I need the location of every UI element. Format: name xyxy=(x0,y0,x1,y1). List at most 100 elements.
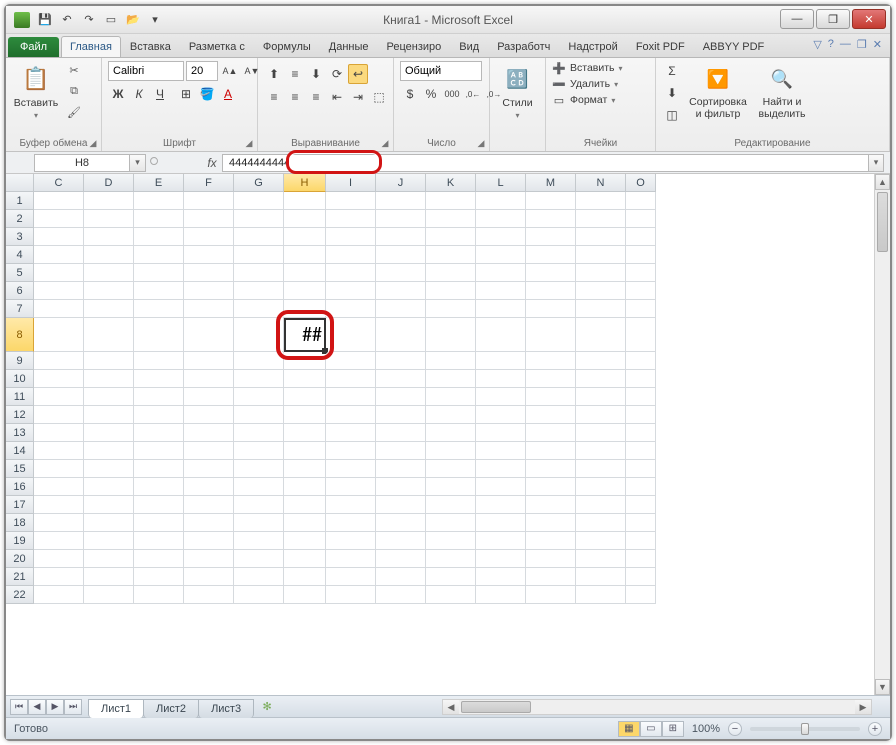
vscroll-thumb[interactable] xyxy=(877,192,888,252)
italic-button[interactable]: К xyxy=(129,84,149,104)
cell-L22[interactable] xyxy=(476,586,526,604)
cell-N7[interactable] xyxy=(576,300,626,318)
scroll-left-icon[interactable]: ◀ xyxy=(443,700,459,714)
cell-K16[interactable] xyxy=(426,478,476,496)
cell-F14[interactable] xyxy=(184,442,234,460)
qat-save[interactable]: 💾 xyxy=(36,11,54,29)
cell-K1[interactable] xyxy=(426,192,476,210)
cell-I6[interactable] xyxy=(326,282,376,300)
row-header-11[interactable]: 11 xyxy=(6,388,34,406)
cell-K6[interactable] xyxy=(426,282,476,300)
name-box-dropdown[interactable]: ▾ xyxy=(130,154,146,172)
cell-H4[interactable] xyxy=(284,246,326,264)
cell-J20[interactable] xyxy=(376,550,426,568)
cell-F13[interactable] xyxy=(184,424,234,442)
row-header-7[interactable]: 7 xyxy=(6,300,34,318)
align-bottom-button[interactable]: ⬇ xyxy=(306,64,326,84)
cell-K3[interactable] xyxy=(426,228,476,246)
cell-O8[interactable] xyxy=(626,318,656,352)
cell-D11[interactable] xyxy=(84,388,134,406)
cell-J22[interactable] xyxy=(376,586,426,604)
cell-N15[interactable] xyxy=(576,460,626,478)
currency-button[interactable]: $ xyxy=(400,84,420,104)
cell-G14[interactable] xyxy=(234,442,284,460)
row-header-1[interactable]: 1 xyxy=(6,192,34,210)
cell-N11[interactable] xyxy=(576,388,626,406)
cell-C2[interactable] xyxy=(34,210,84,228)
fill-handle[interactable] xyxy=(322,348,328,354)
cell-E4[interactable] xyxy=(134,246,184,264)
cell-J5[interactable] xyxy=(376,264,426,282)
col-header-H[interactable]: H xyxy=(284,174,326,192)
cell-D8[interactable] xyxy=(84,318,134,352)
cell-G20[interactable] xyxy=(234,550,284,568)
cell-I16[interactable] xyxy=(326,478,376,496)
cell-D5[interactable] xyxy=(84,264,134,282)
font-launcher-icon[interactable]: ◢ xyxy=(243,137,255,149)
cell-L1[interactable] xyxy=(476,192,526,210)
col-header-O[interactable]: O xyxy=(626,174,656,192)
cut-button[interactable]: ✂ xyxy=(64,61,84,79)
cell-M18[interactable] xyxy=(526,514,576,532)
qat-undo[interactable]: ↶ xyxy=(58,11,76,29)
cell-G19[interactable] xyxy=(234,532,284,550)
cell-F15[interactable] xyxy=(184,460,234,478)
sheet-nav-3[interactable]: ⏭ xyxy=(64,699,82,715)
cell-L5[interactable] xyxy=(476,264,526,282)
cell-O14[interactable] xyxy=(626,442,656,460)
cell-G22[interactable] xyxy=(234,586,284,604)
cell-F20[interactable] xyxy=(184,550,234,568)
cell-D6[interactable] xyxy=(84,282,134,300)
cell-M12[interactable] xyxy=(526,406,576,424)
col-header-N[interactable]: N xyxy=(576,174,626,192)
styles-button[interactable]: 🔠 Стили ▾ xyxy=(496,61,539,120)
cell-H6[interactable] xyxy=(284,282,326,300)
cell-O20[interactable] xyxy=(626,550,656,568)
cell-N6[interactable] xyxy=(576,282,626,300)
number-format-combo[interactable]: Общий xyxy=(400,61,482,81)
cell-H10[interactable] xyxy=(284,370,326,388)
cell-C16[interactable] xyxy=(34,478,84,496)
cell-M1[interactable] xyxy=(526,192,576,210)
cell-J1[interactable] xyxy=(376,192,426,210)
tab-надстрой[interactable]: Надстрой xyxy=(559,36,626,57)
cell-J12[interactable] xyxy=(376,406,426,424)
cell-N14[interactable] xyxy=(576,442,626,460)
cell-I10[interactable] xyxy=(326,370,376,388)
cell-D20[interactable] xyxy=(84,550,134,568)
cell-N8[interactable] xyxy=(576,318,626,352)
clear-button[interactable]: ◫ xyxy=(662,105,682,125)
cell-F12[interactable] xyxy=(184,406,234,424)
col-header-K[interactable]: K xyxy=(426,174,476,192)
qat-customize[interactable]: ▾ xyxy=(146,11,164,29)
find-select-button[interactable]: 🔍 Найти и выделить xyxy=(754,61,810,120)
cell-G13[interactable] xyxy=(234,424,284,442)
number-launcher-icon[interactable]: ◢ xyxy=(475,137,487,149)
tab-разметка с[interactable]: Разметка с xyxy=(180,36,254,57)
cell-G4[interactable] xyxy=(234,246,284,264)
cell-O4[interactable] xyxy=(626,246,656,264)
cell-G18[interactable] xyxy=(234,514,284,532)
sort-filter-button[interactable]: 🔽 Сортировка и фильтр xyxy=(686,61,750,120)
cell-H17[interactable] xyxy=(284,496,326,514)
cell-F18[interactable] xyxy=(184,514,234,532)
cell-O19[interactable] xyxy=(626,532,656,550)
cell-M16[interactable] xyxy=(526,478,576,496)
cell-I7[interactable] xyxy=(326,300,376,318)
row-header-19[interactable]: 19 xyxy=(6,532,34,550)
cell-K19[interactable] xyxy=(426,532,476,550)
cell-F9[interactable] xyxy=(184,352,234,370)
cell-D13[interactable] xyxy=(84,424,134,442)
tab-формулы[interactable]: Формулы xyxy=(254,36,320,57)
cell-G17[interactable] xyxy=(234,496,284,514)
formula-bar-expand[interactable]: ▾ xyxy=(868,154,884,172)
cell-C6[interactable] xyxy=(34,282,84,300)
cell-F2[interactable] xyxy=(184,210,234,228)
row-header-4[interactable]: 4 xyxy=(6,246,34,264)
cell-N18[interactable] xyxy=(576,514,626,532)
view-mode-1[interactable]: ▭ xyxy=(640,721,662,737)
cell-H13[interactable] xyxy=(284,424,326,442)
cell-E17[interactable] xyxy=(134,496,184,514)
new-sheet-button[interactable]: ✻ xyxy=(257,700,277,714)
cell-K10[interactable] xyxy=(426,370,476,388)
